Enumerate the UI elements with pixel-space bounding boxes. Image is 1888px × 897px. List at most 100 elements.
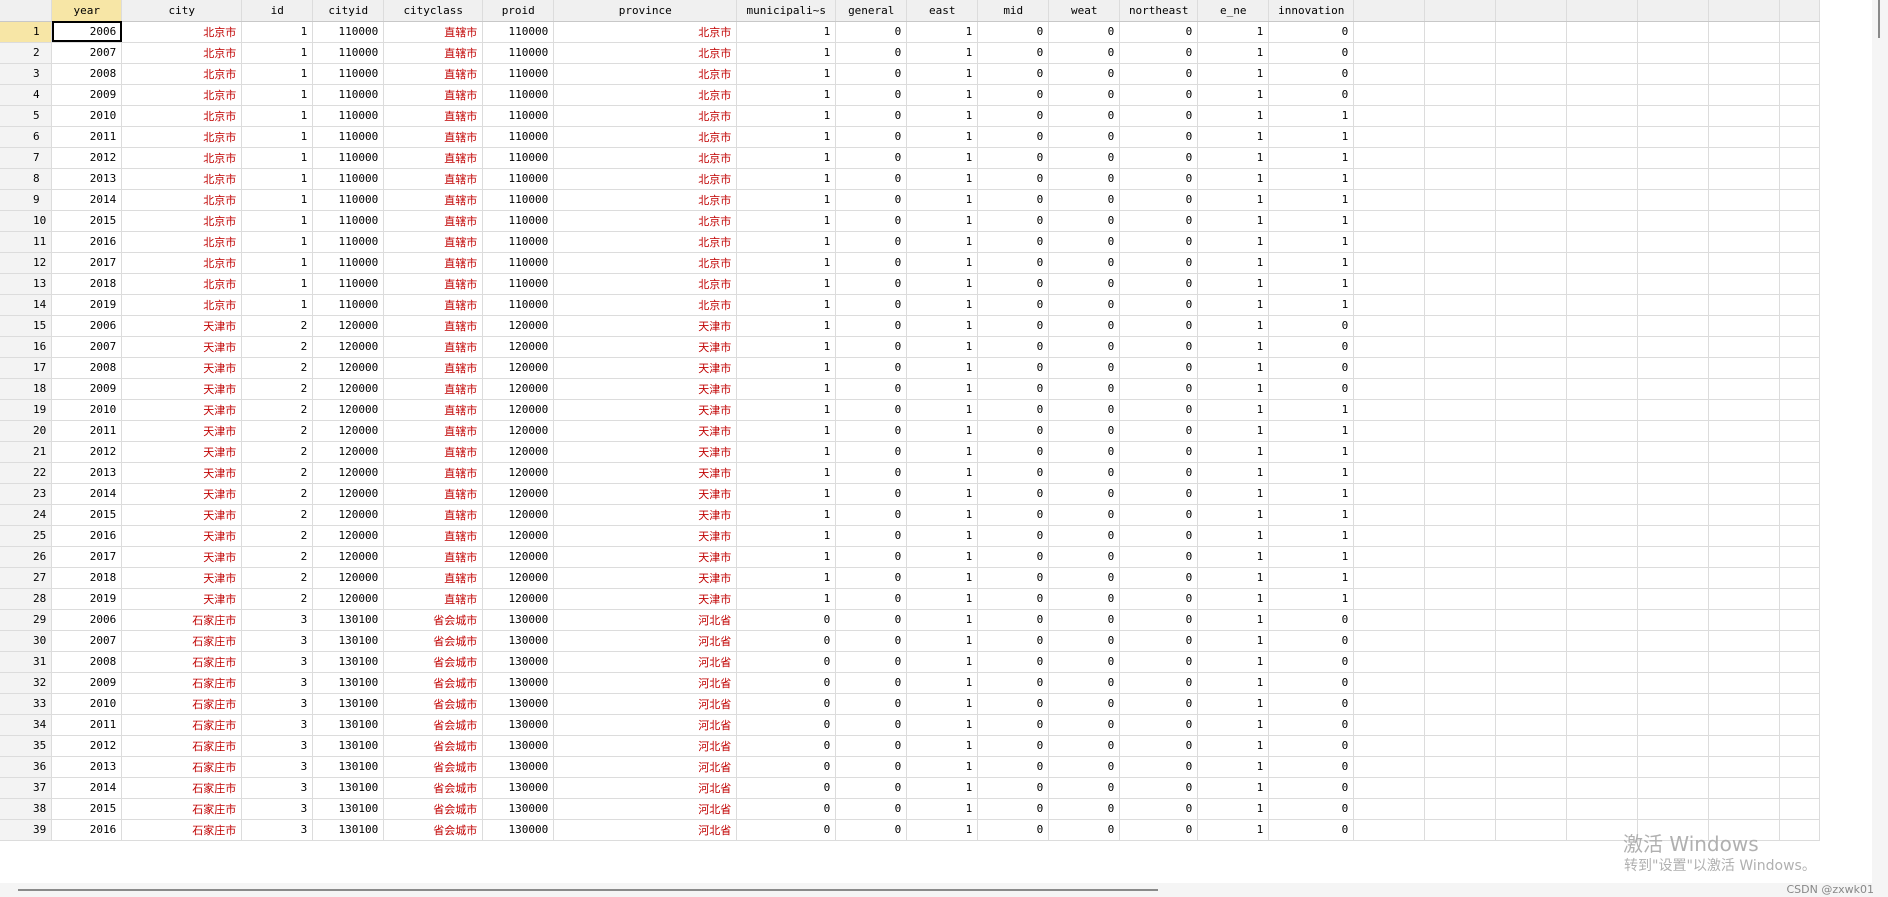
- cell-municipali-s[interactable]: 1: [736, 168, 837, 190]
- row-number[interactable]: 39: [0, 819, 53, 841]
- cell-cityclass[interactable]: 直辖市: [383, 441, 484, 463]
- column-header-empty[interactable]: [1566, 0, 1639, 22]
- empty-cell[interactable]: [1708, 672, 1781, 694]
- cell-cityclass[interactable]: 直辖市: [383, 357, 484, 379]
- empty-cell[interactable]: [1637, 357, 1710, 379]
- cell-e_ne[interactable]: 1: [1197, 672, 1270, 694]
- cell-northeast[interactable]: 0: [1119, 819, 1199, 841]
- empty-cell[interactable]: [1637, 336, 1710, 358]
- empty-cell[interactable]: [1779, 189, 1821, 211]
- empty-cell[interactable]: [1495, 147, 1568, 169]
- cell-e_ne[interactable]: 1: [1197, 21, 1270, 43]
- cell-cityid[interactable]: 110000: [312, 63, 385, 85]
- empty-cell[interactable]: [1353, 462, 1426, 484]
- cell-e_ne[interactable]: 1: [1197, 756, 1270, 778]
- cell-cityclass[interactable]: 省会城市: [383, 756, 484, 778]
- empty-cell[interactable]: [1779, 609, 1821, 631]
- cell-city[interactable]: 北京市: [121, 126, 243, 148]
- cell-cityid[interactable]: 130100: [312, 756, 385, 778]
- horizontal-scrollbar[interactable]: [0, 883, 1888, 897]
- cell-municipali-s[interactable]: 0: [736, 672, 837, 694]
- empty-cell[interactable]: [1495, 504, 1568, 526]
- cell-e_ne[interactable]: 1: [1197, 777, 1270, 799]
- cell-general[interactable]: 0: [835, 63, 908, 85]
- empty-cell[interactable]: [1495, 420, 1568, 442]
- cell-innovation[interactable]: 1: [1268, 294, 1355, 316]
- column-header-empty[interactable]: [1708, 0, 1781, 22]
- cell-east[interactable]: 1: [906, 357, 979, 379]
- empty-cell[interactable]: [1779, 714, 1821, 736]
- cell-id[interactable]: 3: [241, 630, 314, 652]
- empty-cell[interactable]: [1566, 651, 1639, 673]
- cell-weat[interactable]: 0: [1048, 84, 1121, 106]
- column-header-e_ne[interactable]: e_ne: [1197, 0, 1270, 22]
- empty-cell[interactable]: [1779, 525, 1821, 547]
- vertical-scrollbar[interactable]: [1872, 0, 1888, 883]
- cell-id[interactable]: 3: [241, 651, 314, 673]
- row-number[interactable]: 23: [0, 483, 53, 505]
- cell-east[interactable]: 1: [906, 168, 979, 190]
- cell-weat[interactable]: 0: [1048, 651, 1121, 673]
- cell-east[interactable]: 1: [906, 693, 979, 715]
- cell-innovation[interactable]: 1: [1268, 588, 1355, 610]
- cell-mid[interactable]: 0: [977, 399, 1050, 421]
- cell-east[interactable]: 1: [906, 21, 979, 43]
- cell-northeast[interactable]: 0: [1119, 336, 1199, 358]
- cell-e_ne[interactable]: 1: [1197, 714, 1270, 736]
- empty-cell[interactable]: [1779, 777, 1821, 799]
- cell-east[interactable]: 1: [906, 504, 979, 526]
- cell-id[interactable]: 3: [241, 756, 314, 778]
- cell-proid[interactable]: 130000: [482, 777, 555, 799]
- cell-east[interactable]: 1: [906, 672, 979, 694]
- empty-cell[interactable]: [1779, 462, 1821, 484]
- cell-general[interactable]: 0: [835, 504, 908, 526]
- cell-proid[interactable]: 110000: [482, 231, 555, 253]
- empty-cell[interactable]: [1495, 189, 1568, 211]
- empty-cell[interactable]: [1495, 672, 1568, 694]
- cell-innovation[interactable]: 1: [1268, 147, 1355, 169]
- empty-cell[interactable]: [1779, 21, 1821, 43]
- cell-id[interactable]: 1: [241, 231, 314, 253]
- cell-east[interactable]: 1: [906, 714, 979, 736]
- empty-cell[interactable]: [1353, 189, 1426, 211]
- row-number[interactable]: 2: [0, 42, 53, 64]
- cell-year[interactable]: 2013: [51, 168, 123, 190]
- empty-cell[interactable]: [1637, 525, 1710, 547]
- cell-municipali-s[interactable]: 1: [736, 21, 837, 43]
- cell-weat[interactable]: 0: [1048, 462, 1121, 484]
- cell-proid[interactable]: 130000: [482, 609, 555, 631]
- empty-cell[interactable]: [1708, 105, 1781, 127]
- empty-cell[interactable]: [1779, 693, 1821, 715]
- cell-weat[interactable]: 0: [1048, 21, 1121, 43]
- cell-province[interactable]: 天津市: [553, 420, 738, 442]
- cell-e_ne[interactable]: 1: [1197, 609, 1270, 631]
- cell-proid[interactable]: 120000: [482, 483, 555, 505]
- cell-cityid[interactable]: 110000: [312, 21, 385, 43]
- empty-cell[interactable]: [1708, 378, 1781, 400]
- empty-cell[interactable]: [1495, 63, 1568, 85]
- empty-cell[interactable]: [1424, 672, 1497, 694]
- empty-cell[interactable]: [1708, 567, 1781, 589]
- row-number[interactable]: 10: [0, 210, 53, 232]
- cell-cityclass[interactable]: 直辖市: [383, 63, 484, 85]
- cell-id[interactable]: 3: [241, 609, 314, 631]
- cell-cityclass[interactable]: 直辖市: [383, 189, 484, 211]
- empty-cell[interactable]: [1779, 399, 1821, 421]
- cell-year[interactable]: 2009: [51, 84, 123, 106]
- cell-east[interactable]: 1: [906, 189, 979, 211]
- cell-cityclass[interactable]: 省会城市: [383, 735, 484, 757]
- empty-cell[interactable]: [1353, 567, 1426, 589]
- cell-province[interactable]: 北京市: [553, 105, 738, 127]
- cell-northeast[interactable]: 0: [1119, 672, 1199, 694]
- cell-e_ne[interactable]: 1: [1197, 504, 1270, 526]
- cell-innovation[interactable]: 1: [1268, 567, 1355, 589]
- cell-proid[interactable]: 120000: [482, 588, 555, 610]
- cell-weat[interactable]: 0: [1048, 294, 1121, 316]
- cell-province[interactable]: 天津市: [553, 525, 738, 547]
- empty-cell[interactable]: [1779, 651, 1821, 673]
- empty-cell[interactable]: [1637, 546, 1710, 568]
- cell-e_ne[interactable]: 1: [1197, 210, 1270, 232]
- cell-year[interactable]: 2017: [51, 252, 123, 274]
- empty-cell[interactable]: [1637, 567, 1710, 589]
- cell-id[interactable]: 2: [241, 336, 314, 358]
